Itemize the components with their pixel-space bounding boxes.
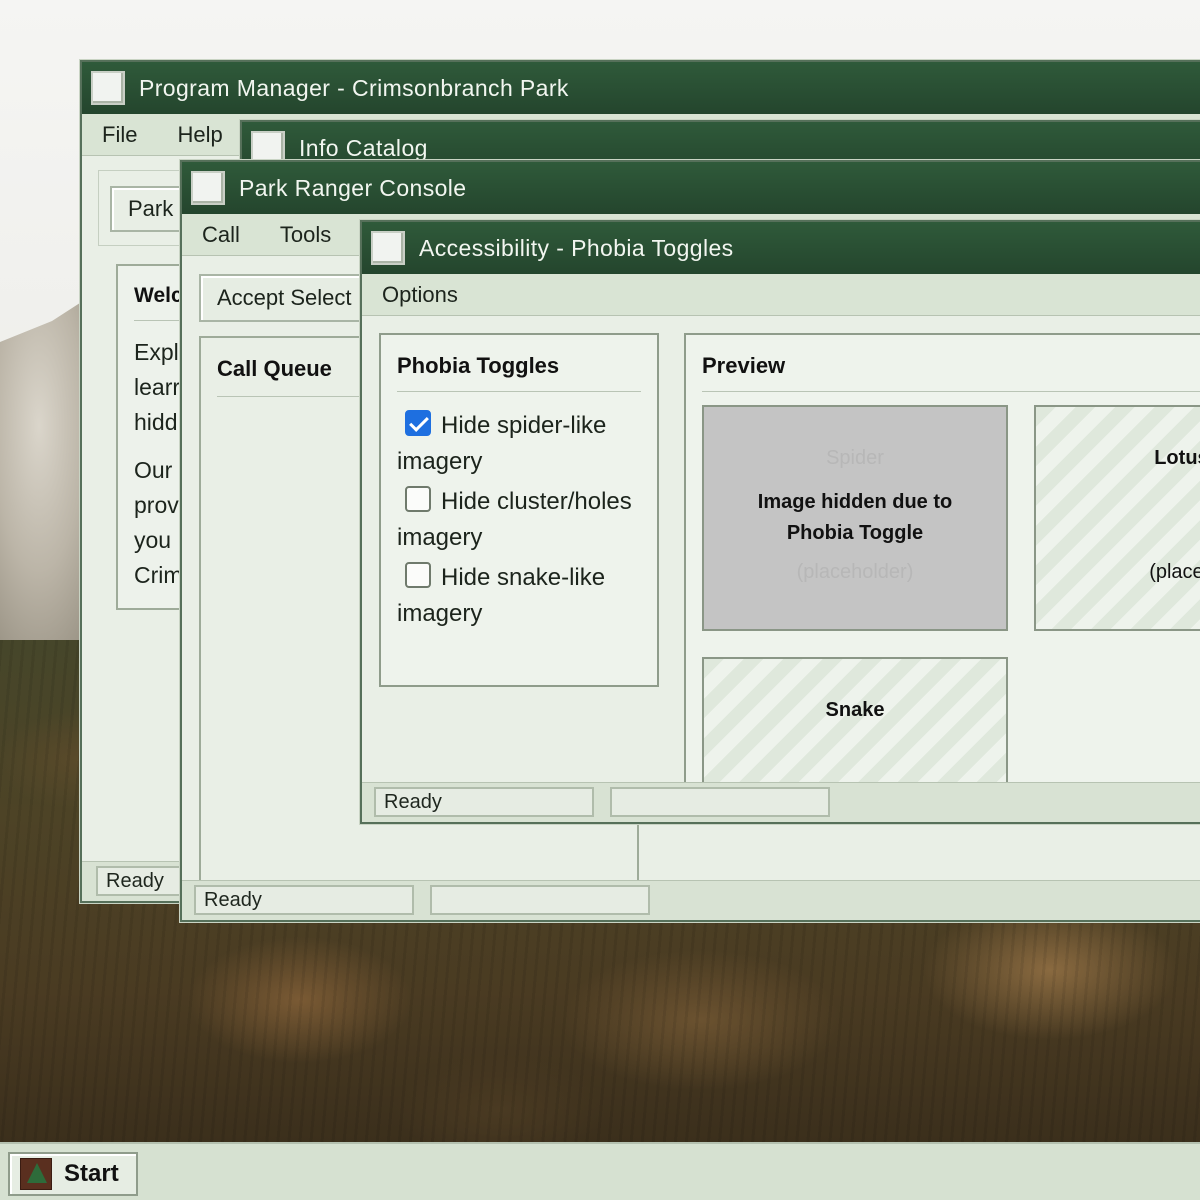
window-title: Program Manager - Crimsonbranch Park (139, 74, 569, 101)
menu-help[interactable]: Help (157, 122, 242, 148)
hidden-notice: Image hidden due to Phobia Toggle (757, 491, 953, 544)
preview-panel: Preview Spider Image hidden due to Phobi… (684, 333, 1200, 822)
tile-placeholder: (placehc (1149, 561, 1200, 583)
status-bar: Ready (362, 782, 1200, 822)
toggle-label: Hide cluster/holes imagery (397, 488, 632, 551)
preview-tile-lotus[interactable]: Lotus I (placehc (1034, 405, 1200, 631)
status-cell-secondary (610, 787, 830, 817)
accessibility-window[interactable]: Accessibility - Phobia Toggles Options P… (360, 220, 1200, 824)
title-bar[interactable]: Accessibility - Phobia Toggles (362, 222, 1200, 274)
window-title: Accessibility - Phobia Toggles (419, 234, 734, 261)
tile-label: Snake (825, 699, 885, 721)
call-queue-title: Call Queue (217, 356, 367, 397)
menu-tools[interactable]: Tools (260, 222, 351, 248)
window-title: Info Catalog (299, 134, 428, 161)
window-control-box-icon[interactable] (191, 171, 225, 205)
menu-file[interactable]: File (82, 122, 157, 148)
tile-label: Spider (826, 447, 884, 469)
tile-placeholder: (placeholder) (796, 561, 914, 583)
menu-bar: Options (362, 274, 1200, 316)
title-bar[interactable]: Program Manager - Crimsonbranch Park (82, 62, 1200, 114)
checkbox-unchecked-icon[interactable] (405, 486, 431, 512)
taskbar: Start (0, 1142, 1200, 1200)
checkbox-checked-icon[interactable] (405, 410, 431, 436)
status-text: Ready (374, 787, 594, 817)
status-text: Ready (194, 885, 414, 915)
toggle-snake[interactable]: Hide snake-like imagery (397, 560, 641, 632)
title-bar[interactable]: Park Ranger Console (182, 162, 1200, 214)
toggle-spider[interactable]: Hide spider-like imagery (397, 408, 641, 480)
preview-tile-spider[interactable]: Spider Image hidden due to Phobia Toggle… (702, 405, 1008, 631)
status-bar: Ready (182, 880, 1200, 920)
window-title: Park Ranger Console (239, 174, 467, 201)
park-logo-icon (20, 1158, 52, 1190)
start-label: Start (64, 1160, 119, 1187)
menu-options[interactable]: Options (362, 282, 478, 308)
toggle-cluster-holes[interactable]: Hide cluster/holes imagery (397, 484, 641, 556)
checkbox-unchecked-icon[interactable] (405, 562, 431, 588)
window-control-box-icon[interactable] (91, 71, 125, 105)
menu-call[interactable]: Call (182, 222, 260, 248)
phobia-toggles-panel: Phobia Toggles Hide spider-like imagery … (379, 333, 659, 687)
phobia-toggles-title: Phobia Toggles (397, 353, 641, 392)
status-cell-secondary (430, 885, 650, 915)
preview-title: Preview (702, 353, 1200, 392)
tile-label: Lotus I (1154, 447, 1200, 469)
window-control-box-icon[interactable] (371, 231, 405, 265)
start-button[interactable]: Start (8, 1152, 138, 1196)
